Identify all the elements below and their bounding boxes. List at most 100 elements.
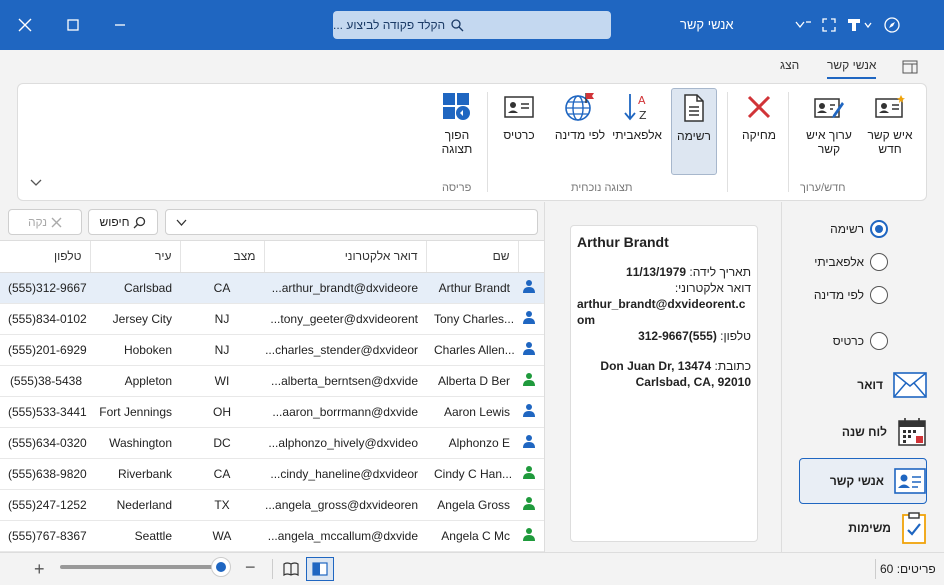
card-view-button[interactable]: כרטיס [496, 90, 542, 174]
new-contact-button[interactable]: איש קשר חדש [860, 90, 920, 174]
column-header-name[interactable]: שם [426, 241, 519, 273]
table-row[interactable]: (555)834-0102 Jersey City NJ tony_geeter@dx… [0, 303, 544, 335]
ribbon-collapse-icon[interactable] [902, 60, 918, 77]
table-row[interactable]: (555)533-3441 Fort Jennings OH aaron_borrma… [0, 396, 544, 428]
globe-flag-icon [563, 90, 597, 124]
nav-item-label: לוח שנה [841, 425, 887, 439]
edit-contact-icon [812, 90, 846, 124]
cell-state: WA [180, 520, 264, 552]
cell-email: alberta_berntsen@dxvide... [264, 365, 426, 397]
nav-item-mail[interactable]: דואר [799, 362, 927, 408]
zoom-slider-thumb[interactable] [211, 557, 231, 577]
cell-state: CA [180, 272, 264, 304]
cell-contact-type [518, 520, 544, 552]
cell-contact-type [518, 303, 544, 335]
close-icon[interactable] [10, 10, 40, 40]
edit-contact-button[interactable]: ערוך איש קשר [799, 90, 859, 174]
cell-name: Aaron Lewis [426, 396, 518, 428]
cell-contact-type [518, 396, 544, 428]
flip-layout-button[interactable]: הפוך תצוגה [431, 90, 483, 174]
cell-name: Alphonzo E [426, 427, 518, 459]
ribbon-expand-chevron-icon[interactable] [30, 176, 42, 190]
command-search-input[interactable]: הקלד פקודה לביצוע ... [333, 11, 611, 39]
cell-phone: (555)247-1252 [0, 489, 90, 521]
tasks-icon [902, 512, 926, 544]
cell-city: Fort Jennings [90, 396, 180, 428]
tab-contacts[interactable]: אנשי קשר [827, 58, 877, 79]
flip-layout-icon [440, 90, 474, 124]
nav-item-calendar[interactable]: לוח שנה [799, 409, 927, 455]
radio-unchecked-icon [870, 286, 888, 304]
table-row[interactable]: (555)767-8367 Seattle WA angela_mccallum@dx… [0, 520, 544, 552]
cell-city: Riverbank [90, 458, 180, 490]
view-radio-alphabetical[interactable]: אלפאביתי [814, 253, 888, 271]
table-row[interactable]: (555)312-9667 Carlsbad CA arthur_brandt@dxv… [0, 272, 544, 304]
contacts-icon [894, 468, 926, 494]
clear-label: נקה [27, 215, 48, 229]
person-blue-icon [523, 435, 535, 448]
cell-phone: (555)312-9667 [0, 272, 90, 304]
table-row[interactable]: (555)638-9820 Riverbank CA cindy_haneline@d… [0, 458, 544, 490]
cell-city: Nederland [90, 489, 180, 521]
column-header-state[interactable]: מצב [180, 241, 265, 273]
radio-checked-icon [870, 220, 888, 238]
group-label-layout: פריסה [442, 182, 472, 194]
view-radio-by-state[interactable]: לפי מדינה [814, 286, 888, 304]
cell-phone: (555)533-3441 [0, 396, 90, 428]
new-contact-icon [873, 90, 907, 124]
cell-state: OH [180, 396, 264, 428]
list-view-button[interactable]: רשימה [671, 88, 717, 175]
zoom-slider[interactable] [60, 565, 230, 569]
maximize-icon[interactable] [58, 10, 88, 40]
minimize-icon[interactable] [105, 10, 135, 40]
nav-item-contacts[interactable]: אנשי קשר [799, 458, 927, 504]
card-name: Arthur Brandt [577, 234, 669, 250]
column-header-city[interactable]: עיר [90, 241, 181, 273]
compass-icon[interactable] [877, 10, 907, 40]
table-row[interactable]: (555)201-6929 Hoboken NJ charles_stender@dx… [0, 334, 544, 366]
mail-icon [893, 372, 927, 398]
normal-view-icon[interactable] [306, 557, 334, 581]
person-blue-icon [523, 280, 535, 293]
cell-email: arthur_brandt@dxvideore... [264, 272, 426, 304]
cell-name: Angela C Mc [426, 520, 518, 552]
cell-phone: (555)834-0102 [0, 303, 90, 335]
view-radio-card[interactable]: כרטיס [833, 332, 888, 350]
column-header-phone[interactable]: טלפון [0, 241, 91, 273]
view-radio-list[interactable]: רשימה [830, 220, 888, 238]
find-input[interactable] [165, 209, 538, 235]
by-state-view-button[interactable]: לפי מדינה [554, 90, 606, 174]
cell-phone: (555)38-5438 [0, 365, 90, 397]
clear-button[interactable]: נקה [8, 209, 82, 235]
zoom-in-icon[interactable]: + [34, 559, 45, 580]
cell-contact-type [518, 458, 544, 490]
table-row[interactable]: (555)247-1252 Nederland TX angela_gross@dxv… [0, 489, 544, 521]
tab-view[interactable]: הצג [780, 58, 799, 72]
column-header-email[interactable]: דואר אלקטרוני [264, 241, 427, 273]
card-phone-row: טלפון: (555)312-9667 [577, 328, 751, 344]
cell-email: angela_mccallum@dxvide... [264, 520, 426, 552]
cell-city: Washington [90, 427, 180, 459]
items-count: פריטים: 60 [880, 562, 936, 576]
card-view-icon [502, 90, 536, 124]
list-view-label: רשימה [677, 129, 711, 143]
person-green-icon [523, 373, 535, 386]
reading-view-icon[interactable] [280, 559, 302, 579]
contact-card[interactable]: Arthur Brandt תאריך לידה: 11/13/1979 דוא… [570, 225, 758, 542]
fullscreen-icon[interactable] [814, 10, 844, 40]
svg-text:Z: Z [639, 109, 647, 122]
nav-item-tasks[interactable]: משימות [799, 505, 927, 551]
zoom-out-icon[interactable]: − [245, 557, 256, 578]
theme-dropdown-icon[interactable] [842, 10, 878, 40]
table-row[interactable]: (555)38-5438 Appleton WI alberta_berntsen@d… [0, 365, 544, 397]
chevron-down-icon[interactable] [176, 219, 187, 226]
search-button[interactable]: חיפוש [88, 209, 158, 235]
table-row[interactable]: (555)634-0320 Washington DC alphonzo_hively… [0, 427, 544, 459]
alphabetical-view-button[interactable]: AZ אלפאביתי [608, 90, 666, 174]
delete-button[interactable]: מחיקה [734, 90, 784, 174]
items-count-value: 60 [880, 562, 894, 576]
cell-state: WI [180, 365, 264, 397]
group-separator [487, 92, 488, 192]
cell-email: angela_gross@dxvideoren... [264, 489, 426, 521]
items-count-label: פריטים: [896, 562, 936, 576]
